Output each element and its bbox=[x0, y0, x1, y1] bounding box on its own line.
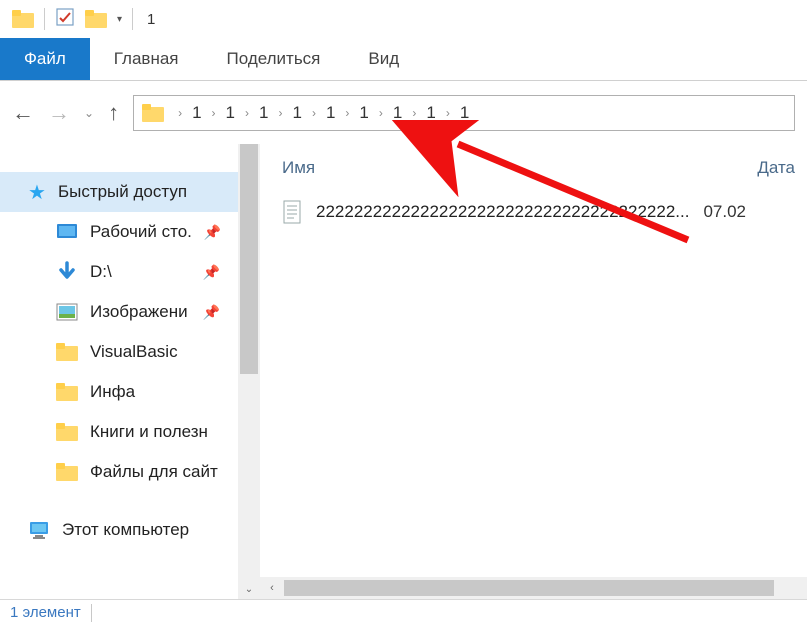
folder-icon bbox=[56, 383, 78, 401]
breadcrumb-sep[interactable]: › bbox=[412, 106, 416, 120]
breadcrumb-segment[interactable]: 1 bbox=[292, 103, 301, 123]
pictures-icon bbox=[56, 303, 78, 321]
status-bar: 1 элемент bbox=[0, 599, 807, 625]
sidebar-item-info[interactable]: Инфа bbox=[0, 372, 238, 412]
file-name: 22222222222222222222222222222222222222..… bbox=[316, 202, 689, 222]
sidebar-item-sitefiles[interactable]: Файлы для сайт bbox=[0, 452, 238, 492]
file-list: 22222222222222222222222222222222222222..… bbox=[260, 192, 807, 599]
breadcrumb-segment[interactable]: 1 bbox=[359, 103, 368, 123]
sidebar-item-label: Инфа bbox=[90, 382, 135, 402]
sidebar-spacer bbox=[0, 492, 238, 510]
breadcrumb-segment[interactable]: 1 bbox=[426, 103, 435, 123]
address-bar[interactable]: › 1 › 1 › 1 › 1 › 1 › 1 › 1 › 1 › 1 bbox=[133, 95, 795, 131]
ribbon-tabs: Файл Главная Поделиться Вид bbox=[0, 38, 807, 81]
titlebar-divider-2 bbox=[132, 8, 133, 30]
tab-file[interactable]: Файл bbox=[0, 38, 90, 80]
breadcrumb-segment[interactable]: 1 bbox=[192, 103, 201, 123]
main-area: ★ Быстрый доступ Рабочий сто. 📌 D:\ 📌 Из… bbox=[0, 144, 807, 599]
horizontal-scrollbar[interactable]: ‹ bbox=[260, 577, 807, 599]
navigation-pane: ★ Быстрый доступ Рабочий сто. 📌 D:\ 📌 Из… bbox=[0, 144, 238, 599]
qat-newfolder-icon[interactable] bbox=[85, 10, 107, 28]
qat-properties-icon[interactable] bbox=[55, 7, 75, 31]
status-item-count: 1 элемент bbox=[10, 604, 81, 621]
titlebar-divider bbox=[44, 8, 45, 30]
scrollbar-thumb[interactable] bbox=[240, 144, 258, 374]
tab-home[interactable]: Главная bbox=[90, 38, 203, 80]
breadcrumb-segment[interactable]: 1 bbox=[393, 103, 402, 123]
sidebar-item-label: VisualBasic bbox=[90, 342, 178, 362]
sidebar-item-label: Книги и полезн bbox=[90, 422, 208, 442]
pc-icon bbox=[28, 520, 50, 540]
back-button[interactable]: ← bbox=[12, 100, 34, 126]
desktop-icon bbox=[56, 223, 78, 241]
status-separator bbox=[91, 604, 92, 622]
sidebar-container: ★ Быстрый доступ Рабочий сто. 📌 D:\ 📌 Из… bbox=[0, 144, 260, 599]
tab-share[interactable]: Поделиться bbox=[203, 38, 345, 80]
pin-icon: 📌 bbox=[204, 224, 221, 241]
sidebar-item-label: D:\ bbox=[90, 262, 112, 282]
sidebar-item-label: Файлы для сайт bbox=[90, 462, 218, 482]
breadcrumb-sep[interactable]: › bbox=[245, 106, 249, 120]
sidebar-item-desktop[interactable]: Рабочий сто. 📌 bbox=[0, 212, 238, 252]
address-folder-icon bbox=[142, 104, 164, 122]
breadcrumb-sep[interactable]: › bbox=[379, 106, 383, 120]
pin-icon: 📌 bbox=[203, 264, 220, 281]
column-header-date[interactable]: Дата bbox=[757, 158, 807, 178]
app-folder-icon bbox=[12, 10, 34, 28]
breadcrumb-segment[interactable]: 1 bbox=[460, 103, 469, 123]
title-bar: ▾ 1 bbox=[0, 0, 807, 38]
breadcrumb-sep[interactable]: › bbox=[178, 106, 182, 120]
sidebar-item-thispc[interactable]: Этот компьютер bbox=[0, 510, 238, 550]
sidebar-item-books[interactable]: Книги и полезн bbox=[0, 412, 238, 452]
breadcrumb-sep[interactable]: › bbox=[212, 106, 216, 120]
sidebar-item-label: Изображени bbox=[90, 302, 188, 322]
breadcrumb-sep[interactable]: › bbox=[278, 106, 282, 120]
sidebar-item-pictures[interactable]: Изображени 📌 bbox=[0, 292, 238, 332]
breadcrumb-segment[interactable]: 1 bbox=[226, 103, 235, 123]
download-arrow-icon bbox=[56, 261, 78, 283]
file-list-pane: Имя Дата 2222222222222222222222222222222… bbox=[260, 144, 807, 599]
window-title: 1 bbox=[147, 11, 155, 28]
sidebar-item-quickaccess[interactable]: ★ Быстрый доступ bbox=[0, 172, 238, 212]
sidebar-item-label: Быстрый доступ bbox=[58, 182, 187, 202]
forward-button[interactable]: → bbox=[48, 100, 70, 126]
breadcrumb-segment[interactable]: 1 bbox=[326, 103, 335, 123]
sidebar-scrollbar[interactable]: ⌄ bbox=[238, 144, 260, 599]
qat-customize-icon[interactable]: ▾ bbox=[117, 14, 122, 25]
sidebar-item-visualbasic[interactable]: VisualBasic bbox=[0, 332, 238, 372]
folder-icon bbox=[56, 343, 78, 361]
navigation-bar: ← → ⌄ ↑ › 1 › 1 › 1 › 1 › 1 › 1 › 1 › 1 … bbox=[0, 81, 807, 144]
sidebar-item-label: Этот компьютер bbox=[62, 520, 189, 540]
pin-icon: 📌 bbox=[203, 304, 220, 321]
history-dropdown[interactable]: ⌄ bbox=[84, 106, 94, 120]
file-date: 07.02 bbox=[703, 202, 746, 222]
star-icon: ★ bbox=[28, 180, 46, 205]
breadcrumb-sep[interactable]: › bbox=[312, 106, 316, 120]
scroll-left-icon[interactable]: ‹ bbox=[260, 582, 284, 594]
folder-icon bbox=[56, 423, 78, 441]
breadcrumb-sep[interactable]: › bbox=[345, 106, 349, 120]
tab-view[interactable]: Вид bbox=[344, 38, 423, 80]
scrollbar-track[interactable] bbox=[284, 577, 807, 599]
text-file-icon bbox=[282, 200, 302, 224]
breadcrumb-sep[interactable]: › bbox=[446, 106, 450, 120]
scroll-down-icon[interactable]: ⌄ bbox=[238, 581, 260, 599]
file-row[interactable]: 22222222222222222222222222222222222222..… bbox=[282, 196, 807, 228]
up-button[interactable]: ↑ bbox=[108, 100, 119, 126]
column-headers: Имя Дата bbox=[260, 144, 807, 192]
sidebar-item-drive-d[interactable]: D:\ 📌 bbox=[0, 252, 238, 292]
breadcrumb-segment[interactable]: 1 bbox=[259, 103, 268, 123]
scrollbar-thumb[interactable] bbox=[284, 580, 774, 596]
folder-icon bbox=[56, 463, 78, 481]
sidebar-item-label: Рабочий сто. bbox=[90, 222, 192, 242]
column-header-name[interactable]: Имя bbox=[282, 158, 697, 178]
